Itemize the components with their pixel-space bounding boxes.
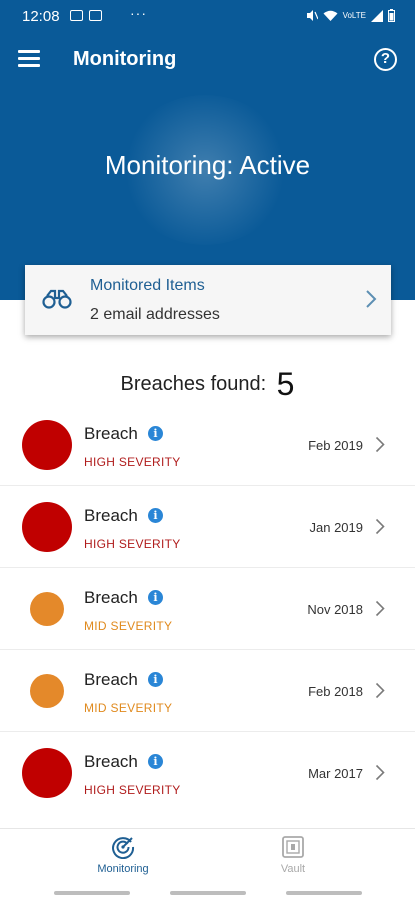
breach-name: Breach <box>84 752 138 771</box>
mute-icon <box>306 10 318 21</box>
monitored-items-card[interactable]: Monitored Items 2 email addresses <box>25 265 391 335</box>
chevron-right-icon <box>375 518 385 535</box>
severity-dot-mid <box>30 674 64 708</box>
breach-count-label: Breaches found: <box>120 373 267 395</box>
notification-icons <box>70 10 102 21</box>
info-icon[interactable]: i <box>148 672 163 687</box>
vault-icon <box>282 836 304 858</box>
system-status-icons: VoLTE <box>305 9 395 22</box>
nav-tab-monitoring[interactable]: Monitoring <box>73 835 173 875</box>
hamburger-menu-icon[interactable] <box>18 50 40 68</box>
info-icon[interactable]: i <box>148 754 163 769</box>
page-title: Monitoring <box>73 48 177 70</box>
gesture-bar-left <box>54 891 130 895</box>
breach-date: Feb 2018 <box>308 684 363 699</box>
breach-row[interactable]: Breach i MID SEVERITY Feb 2018 <box>0 650 415 732</box>
breach-row[interactable]: Breach i HIGH SEVERITY Mar 2017 <box>0 732 415 814</box>
battery-icon <box>388 9 395 22</box>
volte-label: VoLTE <box>342 11 366 20</box>
signal-icon <box>371 9 383 22</box>
chevron-right-icon <box>375 764 385 781</box>
youtube-notification-icon <box>89 10 102 21</box>
breach-list: Breach i HIGH SEVERITY Feb 2019 Breach i… <box>0 404 415 814</box>
nav-label-vault: Vault <box>280 863 306 875</box>
monitored-items-count: 2 email addresses <box>90 306 220 323</box>
info-icon[interactable]: i <box>148 590 163 605</box>
breach-name: Breach <box>84 670 138 689</box>
breach-row[interactable]: Breach i HIGH SEVERITY Jan 2019 <box>0 486 415 568</box>
status-bar: 12:08 ··· VoLTE <box>0 0 415 34</box>
help-icon[interactable]: ? <box>374 48 397 71</box>
radar-icon <box>112 837 135 859</box>
breach-row[interactable]: Breach i HIGH SEVERITY Feb 2019 <box>0 404 415 486</box>
chevron-right-icon <box>375 682 385 699</box>
breach-name: Breach <box>84 506 138 525</box>
chevron-right-icon <box>366 290 377 308</box>
breach-row[interactable]: Breach i MID SEVERITY Nov 2018 <box>0 568 415 650</box>
chevron-right-icon <box>375 600 385 617</box>
severity-label: MID SEVERITY <box>84 701 173 715</box>
breach-date: Jan 2019 <box>309 520 364 535</box>
breach-count-value: 5 <box>276 366 295 402</box>
app-bar: Monitoring ? <box>0 40 415 80</box>
bottom-navigation: Monitoring Vault <box>0 828 415 886</box>
gesture-bar-home <box>170 891 246 895</box>
monitored-items-title: Monitored Items <box>90 277 205 294</box>
gesture-bar-right <box>286 891 362 895</box>
more-notifications-icon: ··· <box>130 5 147 21</box>
nav-tab-vault[interactable]: Vault <box>243 835 343 875</box>
severity-dot-high <box>22 502 72 552</box>
info-icon[interactable]: i <box>148 426 163 441</box>
severity-label: MID SEVERITY <box>84 619 173 633</box>
info-icon[interactable]: i <box>148 508 163 523</box>
severity-label: HIGH SEVERITY <box>84 537 181 551</box>
nav-label-monitoring: Monitoring <box>97 863 149 875</box>
breach-date: Nov 2018 <box>307 602 363 617</box>
monitoring-status-text: Monitoring: Active <box>104 150 311 180</box>
hero-banner: 12:08 ··· VoLTE Monitoring ? Monitoring:… <box>0 0 415 300</box>
severity-label: HIGH SEVERITY <box>84 783 181 797</box>
severity-dot-high <box>22 748 72 798</box>
breach-name: Breach <box>84 424 138 443</box>
breach-count: Breaches found: 5 <box>0 366 415 403</box>
chevron-right-icon <box>375 436 385 453</box>
breach-date: Mar 2017 <box>308 766 363 781</box>
wifi-icon <box>323 10 338 21</box>
severity-dot-mid <box>30 592 64 626</box>
severity-dot-high <box>22 420 72 470</box>
severity-label: HIGH SEVERITY <box>84 455 181 469</box>
breach-date: Feb 2019 <box>308 438 363 453</box>
status-time: 12:08 <box>22 8 60 25</box>
gallery-notification-icon <box>70 10 83 21</box>
binoculars-icon <box>42 289 72 309</box>
breach-name: Breach <box>84 588 138 607</box>
